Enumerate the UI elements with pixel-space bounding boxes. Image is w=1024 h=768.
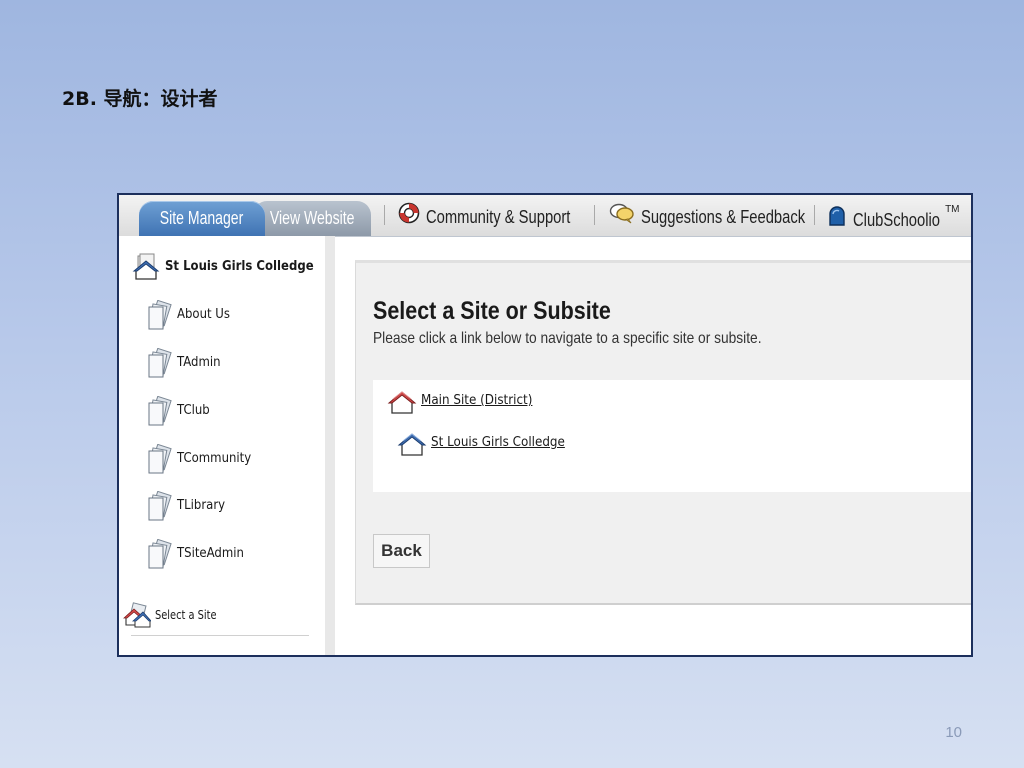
lifebuoy-icon [398, 202, 420, 233]
community-support-link[interactable]: Community & Support [398, 201, 602, 231]
house-icon [387, 391, 417, 414]
clubschoolio-label: ClubSchoolio [853, 210, 940, 231]
site-link-list: Main Site (District) St Louis Girls Coll… [373, 380, 971, 492]
trademark-mark: TM [945, 204, 960, 215]
page-stack-icon [148, 443, 172, 474]
top-tab-bar: View Website Site Manager Community & Su… [119, 195, 971, 237]
page-number: 10 [945, 724, 962, 741]
clubschoolio-link[interactable]: ClubSchoolio TM [827, 201, 971, 231]
sidebar-divider [131, 635, 309, 636]
nav-separator [384, 205, 385, 225]
suggestions-feedback-link[interactable]: Suggestions & Feedback [609, 201, 841, 231]
page-stack-icon [148, 538, 172, 569]
main-panel: Select a Site or Subsite Please click a … [355, 260, 971, 605]
sidebar-item-tlibrary[interactable]: TLibrary [145, 490, 230, 521]
sidebar-item-tsiteadmin[interactable]: TSiteAdmin [145, 538, 251, 569]
select-a-site-link[interactable]: Select a Site [122, 600, 230, 630]
page-stack-icon [148, 299, 172, 330]
sidebar-item-label: About Us [177, 307, 230, 322]
clubschoolio-logo-icon [827, 205, 847, 236]
tab-site-manager-label: Site Manager [160, 208, 244, 228]
sidebar-item-tcommunity[interactable]: TCommunity [145, 443, 259, 474]
site-tree-sidebar: St Louis Girls Colledge About Us TAdmin … [119, 236, 335, 655]
sidebar-item-about-us[interactable]: About Us [145, 299, 236, 330]
app-screenshot: View Website Site Manager Community & Su… [117, 193, 973, 657]
main-site-link[interactable]: Main Site (District) [387, 386, 542, 416]
speech-bubbles-icon [609, 202, 635, 233]
sidebar-item-root-site[interactable]: St Louis Girls Colledge [131, 252, 330, 282]
tab-site-manager[interactable]: Site Manager [139, 201, 265, 236]
page-stack-icon [148, 395, 172, 426]
sidebar-item-label: TSiteAdmin [177, 546, 244, 561]
house-icon [397, 433, 427, 456]
sidebar-item-tadmin[interactable]: TAdmin [145, 347, 225, 378]
suggestions-feedback-label: Suggestions & Feedback [641, 207, 806, 228]
sidebar-item-label: TClub [177, 403, 210, 418]
tab-view-website-label: View Website [269, 208, 355, 228]
sidebar-item-tclub[interactable]: TClub [145, 395, 213, 426]
nav-separator [594, 205, 595, 225]
page-subtitle: Please click a link below to navigate to… [373, 330, 762, 347]
tab-view-website[interactable]: View Website [253, 201, 371, 236]
house-icon [132, 253, 160, 280]
page-title: Select a Site or Subsite [373, 297, 611, 325]
select-a-site-label: Select a Site [155, 608, 217, 622]
back-button[interactable]: Back [373, 534, 430, 568]
sidebar-item-label: TCommunity [177, 451, 252, 466]
sidebar-root-label: St Louis Girls Colledge [165, 259, 314, 274]
sidebar-item-label: TLibrary [177, 498, 226, 513]
sidebar-item-label: TAdmin [177, 355, 221, 370]
community-support-label: Community & Support [426, 207, 571, 228]
nav-separator [814, 205, 815, 225]
subsite-link[interactable]: St Louis Girls Colledge [397, 428, 577, 458]
slide-title: 2B. 导航：设计者 [62, 88, 218, 110]
subsite-label: St Louis Girls Colledge [431, 435, 565, 450]
main-site-label: Main Site (District) [421, 393, 533, 408]
select-site-icon [122, 602, 152, 628]
page-stack-icon [148, 490, 172, 521]
page-stack-icon [148, 347, 172, 378]
